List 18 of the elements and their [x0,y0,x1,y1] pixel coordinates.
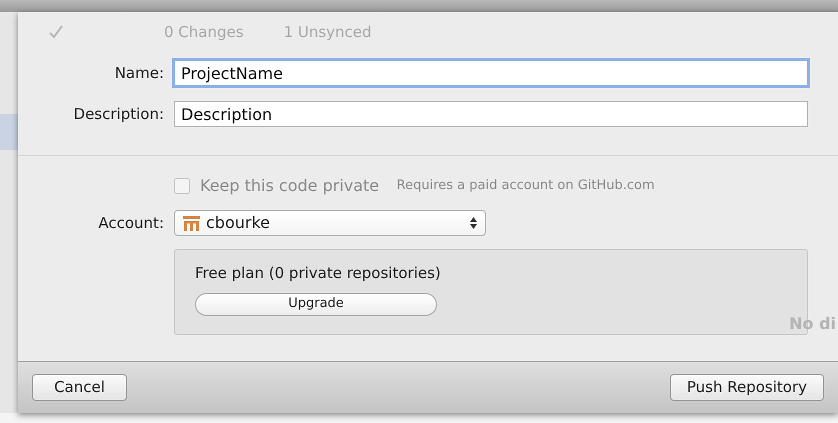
cancel-button[interactable]: Cancel [32,374,127,401]
text-field[interactable]: Description [174,101,808,127]
background-label: 1 Unsynced [284,22,372,43]
background-label: 0 Changes [164,22,244,43]
account-dropdown[interactable]: cbourke [174,210,486,236]
checkmark-icon [48,24,64,40]
updown-arrows-icon [470,217,477,229]
push-button[interactable]: Push Repository [670,374,824,401]
field-label: Name: [114,62,164,84]
selected-row-highlight [0,114,18,150]
upgrade-button[interactable]: Upgrade [195,292,437,316]
field-label: Description: [72,104,164,125]
field-label: Account: [97,212,164,234]
background-text: No di [789,313,836,335]
hint-text: Requires a paid account on GitHub.com [396,177,655,196]
account-icon [183,216,200,230]
text-field[interactable]: ProjectName [174,60,808,86]
plan-text: Free plan (0 private repositories) [195,264,441,282]
